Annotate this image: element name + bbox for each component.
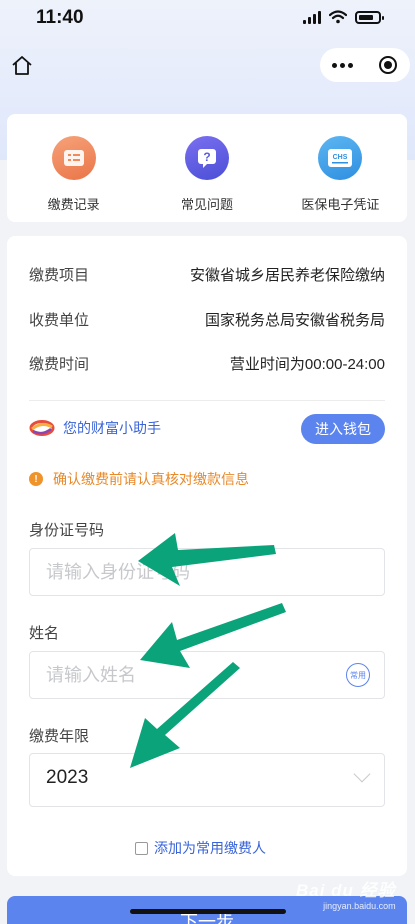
medical-insurance-icon: CHS <box>318 136 363 180</box>
quick-link-label: 常见问题 <box>180 197 233 212</box>
quick-link-medical-insurance[interactable]: CHS 医保电子凭证 <box>274 114 407 222</box>
info-value: 安徽省城乡居民养老保险缴纳 <box>189 267 385 284</box>
add-common-checkbox[interactable] <box>135 841 148 855</box>
payment-year-select[interactable]: 2023 <box>29 753 385 807</box>
home-icon[interactable] <box>10 54 34 78</box>
target-icon[interactable] <box>365 56 410 74</box>
watermark-url: jingyan.baidu.com <box>323 901 396 911</box>
quick-link-label: 医保电子凭证 <box>301 197 380 212</box>
home-indicator <box>130 909 286 914</box>
add-common-label: 添加为常用缴费人 <box>154 840 266 856</box>
info-row-item: 缴费项目 安徽省城乡居民养老保险缴纳 <box>29 264 385 285</box>
quick-link-payment-record[interactable]: 缴费记录 <box>7 114 140 222</box>
status-icons <box>303 10 384 24</box>
add-common-payer[interactable]: 添加为常用缴费人 <box>135 838 266 858</box>
svg-text:CHS: CHS <box>333 154 348 161</box>
quick-link-label: 缴费记录 <box>47 197 100 212</box>
chevron-down-icon <box>353 765 371 783</box>
assistant-logo-icon <box>29 420 55 436</box>
name-label: 姓名 <box>29 625 60 642</box>
notice-text: 确认缴费前请认真核对缴款信息 <box>53 471 249 487</box>
id-number-field <box>29 548 385 596</box>
id-number-label: 身份证号码 <box>29 522 105 539</box>
divider <box>29 400 385 401</box>
info-value: 国家税务总局安徽省税务局 <box>204 312 385 329</box>
wealth-assistant[interactable]: 您的财富小助手 <box>29 418 161 438</box>
assistant-label: 您的财富小助手 <box>63 420 161 436</box>
payment-form-card: 缴费项目 安徽省城乡居民养老保险缴纳 收费单位 国家税务总局安徽省税务局 缴费时… <box>7 236 407 876</box>
info-value: 营业时间为00:00-24:00 <box>229 356 385 373</box>
faq-icon: ? <box>184 136 229 180</box>
wifi-icon <box>329 10 347 24</box>
payment-year-label: 缴费年限 <box>29 728 90 745</box>
quick-links-card: 缴费记录 ? 常见问题 CHS 医保电子凭证 <box>7 114 407 222</box>
info-row-payee: 收费单位 国家税务总局安徽省税务局 <box>29 309 385 330</box>
info-row-time: 缴费时间 营业时间为00:00-24:00 <box>29 353 385 374</box>
info-label: 收费单位 <box>29 312 90 329</box>
battery-icon <box>355 10 384 24</box>
info-label: 缴费项目 <box>29 267 90 284</box>
verify-notice: ! 确认缴费前请认真核对缴款信息 <box>29 469 249 489</box>
common-payer-icon[interactable]: 常用 <box>346 663 370 687</box>
warning-icon: ! <box>29 472 43 486</box>
payment-record-icon <box>51 136 96 180</box>
info-label: 缴费时间 <box>29 356 90 373</box>
quick-link-faq[interactable]: ? 常见问题 <box>140 114 273 222</box>
mini-program-capsule <box>320 48 410 82</box>
watermark-logo: Bai du 经验 <box>296 881 396 900</box>
payment-year-value: 2023 <box>46 767 89 788</box>
signal-icon <box>303 10 321 24</box>
id-number-input[interactable] <box>46 549 326 595</box>
baidu-jingyan-watermark: Bai du 经验 jingyan.baidu.com <box>296 876 396 911</box>
svg-text:?: ? <box>203 150 210 164</box>
status-bar: 11:40 <box>0 0 415 36</box>
status-time: 11:40 <box>36 7 84 28</box>
enter-wallet-button[interactable]: 进入钱包 <box>301 414 385 444</box>
name-field: 常用 <box>29 651 385 699</box>
name-input[interactable] <box>46 652 326 698</box>
more-icon[interactable] <box>320 62 365 68</box>
